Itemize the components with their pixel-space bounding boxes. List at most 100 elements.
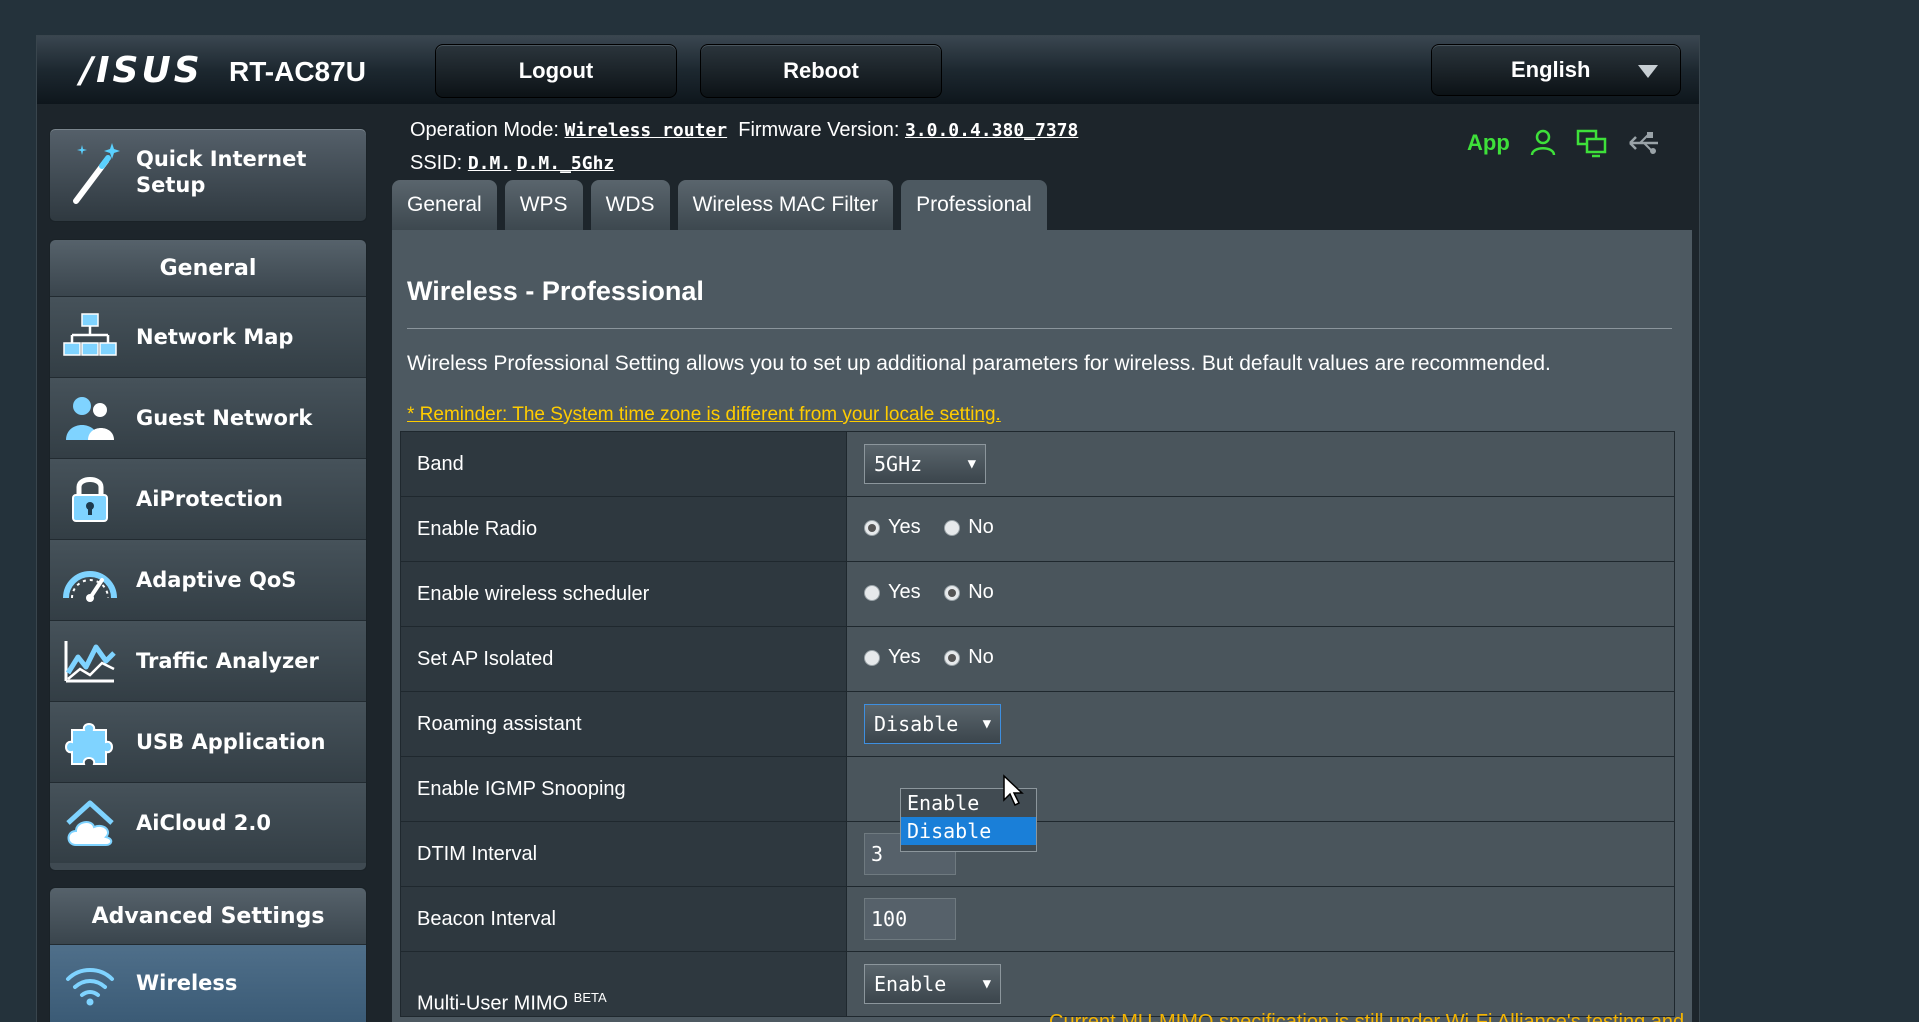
- radio-unchecked-icon: [944, 519, 961, 536]
- sidebar-item-label: AiCloud 2.0: [136, 811, 271, 835]
- roaming-assistant-label: Roaming assistant: [400, 691, 847, 757]
- radio-label: No: [968, 581, 994, 604]
- clients-icon[interactable]: [1528, 128, 1558, 158]
- enable-radio-no[interactable]: No: [944, 516, 994, 539]
- sidebar-item-network-map[interactable]: Network Map: [50, 296, 366, 377]
- operation-mode-label: Operation Mode:: [410, 119, 559, 141]
- table-row: Band 5GHz ▼: [400, 431, 1675, 497]
- sidebar-item-guest-network[interactable]: Guest Network: [50, 377, 366, 458]
- sidebar-item-traffic-analyzer[interactable]: Traffic Analyzer: [50, 620, 366, 701]
- table-row: Roaming assistant Disable ▼: [400, 691, 1675, 757]
- table-row: Enable Radio Yes No: [400, 496, 1675, 562]
- sidebar-item-label: Wireless: [136, 971, 238, 995]
- title-divider: [407, 328, 1672, 329]
- reboot-button[interactable]: Reboot: [700, 44, 942, 98]
- chevron-down-icon: ▼: [967, 456, 976, 472]
- magic-wand-icon: [73, 143, 120, 204]
- sidebar-item-label: USB Application: [136, 730, 326, 754]
- usb-icon[interactable]: [1626, 131, 1662, 155]
- chevron-down-icon: ▼: [982, 976, 991, 992]
- gauge-icon: [63, 571, 117, 602]
- sidebar-item-label: Traffic Analyzer: [136, 649, 319, 673]
- network-status-icon[interactable]: [1576, 128, 1608, 158]
- ap-isolated-yes[interactable]: Yes: [864, 646, 921, 669]
- enable-radio-label: Enable Radio: [400, 496, 847, 562]
- sidebar-item-wireless[interactable]: Wireless: [50, 944, 366, 1022]
- tab-wds[interactable]: WDS: [590, 180, 670, 230]
- radio-checked-icon: [944, 584, 961, 601]
- ssid-label: SSID:: [410, 152, 463, 174]
- asus-logo: /ISUS: [80, 50, 203, 91]
- lock-icon: [72, 477, 108, 522]
- table-row: Enable IGMP Snooping: [400, 756, 1675, 822]
- page-title: Wireless - Professional: [407, 276, 704, 306]
- roaming-assistant-select[interactable]: Disable ▼: [864, 704, 1001, 744]
- beacon-interval-cell: 100: [846, 886, 1675, 952]
- chevron-down-icon: [1638, 65, 1658, 78]
- wireless-scheduler-no[interactable]: No: [944, 581, 994, 604]
- guest-network-icon: [66, 397, 114, 440]
- radio-label: Yes: [888, 581, 921, 604]
- tab-professional[interactable]: Professional: [901, 180, 1047, 230]
- band-cell: 5GHz ▼: [846, 431, 1675, 497]
- mu-mimo-warning: Current MU-MIMO specification is still u…: [1049, 1011, 1685, 1022]
- roaming-assistant-cell: Disable ▼: [846, 691, 1675, 757]
- mu-mimo-label-text: Multi-User MIMO: [417, 993, 569, 1015]
- mu-mimo-cell: Enable ▼: [846, 951, 1675, 1017]
- tab-wireless-mac-filter[interactable]: Wireless MAC Filter: [677, 180, 894, 230]
- main-content: Wireless - Professional Wireless Profess…: [392, 230, 1692, 1022]
- radio-label: No: [968, 646, 994, 669]
- band-select[interactable]: 5GHz ▼: [864, 444, 986, 484]
- radio-label: Yes: [888, 646, 921, 669]
- router-model: RT-AC87U: [229, 56, 366, 87]
- quick-setup-label: Quick Internet Setup: [136, 146, 306, 198]
- ap-isolated-label: Set AP Isolated: [400, 626, 847, 692]
- radio-unchecked-icon: [864, 649, 880, 666]
- wireless-scheduler-cell: Yes No: [846, 561, 1675, 627]
- tab-wps[interactable]: WPS: [504, 180, 583, 230]
- timezone-reminder-link[interactable]: * Reminder: The System time zone is diff…: [407, 404, 1001, 426]
- general-menu-header: General: [50, 240, 366, 296]
- wireless-tabs: General WPS WDS Wireless MAC Filter Prof…: [392, 180, 1047, 230]
- table-row: Multi-User MIMO BETA Enable ▼: [400, 951, 1675, 1017]
- sidebar-item-aiprotection[interactable]: AiProtection: [50, 458, 366, 539]
- network-map-icon: [63, 313, 117, 356]
- sidebar-item-adaptive-qos[interactable]: Adaptive QoS: [50, 539, 366, 620]
- mu-mimo-select[interactable]: Enable ▼: [864, 964, 1001, 1004]
- sidebar-item-aicloud[interactable]: AiCloud 2.0: [50, 782, 366, 863]
- mouse-pointer-icon: [1003, 774, 1024, 807]
- quick-internet-setup-button[interactable]: Quick Internet Setup: [49, 128, 367, 222]
- app-link[interactable]: App: [1467, 130, 1510, 156]
- quick-setup-line2: Setup: [136, 173, 206, 197]
- table-row: Beacon Interval 100: [400, 886, 1675, 952]
- radio-unchecked-icon: [864, 584, 880, 601]
- ssid-5g-link[interactable]: D.M._5Ghz: [517, 153, 615, 174]
- sidebar-item-usb-application[interactable]: USB Application: [50, 701, 366, 782]
- ap-isolated-cell: Yes No: [846, 626, 1675, 692]
- status-icons: App: [1467, 128, 1662, 158]
- ssid-2g-link[interactable]: D.M.: [468, 153, 511, 174]
- radio-checked-icon: [864, 519, 880, 536]
- operation-mode-link[interactable]: Wireless router: [565, 120, 728, 141]
- table-row: Enable wireless scheduler Yes No: [400, 561, 1675, 627]
- firmware-version-link[interactable]: 3.0.0.4.380_7378: [905, 120, 1078, 141]
- dropdown-option-disable[interactable]: Disable: [901, 817, 1036, 845]
- table-row: Set AP Isolated Yes No: [400, 626, 1675, 692]
- ap-isolated-no[interactable]: No: [944, 646, 994, 669]
- language-selector[interactable]: English: [1431, 44, 1681, 96]
- mu-mimo-label: Multi-User MIMO BETA: [400, 951, 847, 1017]
- general-menu: General Network Map Guest Network AiProt…: [49, 239, 367, 871]
- band-value: 5GHz: [874, 452, 923, 476]
- settings-table: Band 5GHz ▼ Enable Radio Yes No Enable w…: [400, 431, 1675, 1017]
- beacon-interval-label: Beacon Interval: [400, 886, 847, 952]
- enable-radio-yes[interactable]: Yes: [864, 516, 921, 539]
- page-description: Wireless Professional Setting allows you…: [407, 352, 1551, 375]
- wireless-scheduler-yes[interactable]: Yes: [864, 581, 921, 604]
- traffic-chart-icon: [64, 641, 116, 683]
- beacon-interval-input[interactable]: 100: [864, 898, 956, 940]
- logout-button[interactable]: Logout: [435, 44, 677, 98]
- radio-label: Yes: [888, 516, 921, 539]
- tab-general[interactable]: General: [392, 180, 497, 230]
- router-admin-window: /ISUS RT-AC87U Logout Reboot English Ope…: [37, 36, 1699, 1022]
- firmware-label: Firmware Version:: [738, 119, 900, 141]
